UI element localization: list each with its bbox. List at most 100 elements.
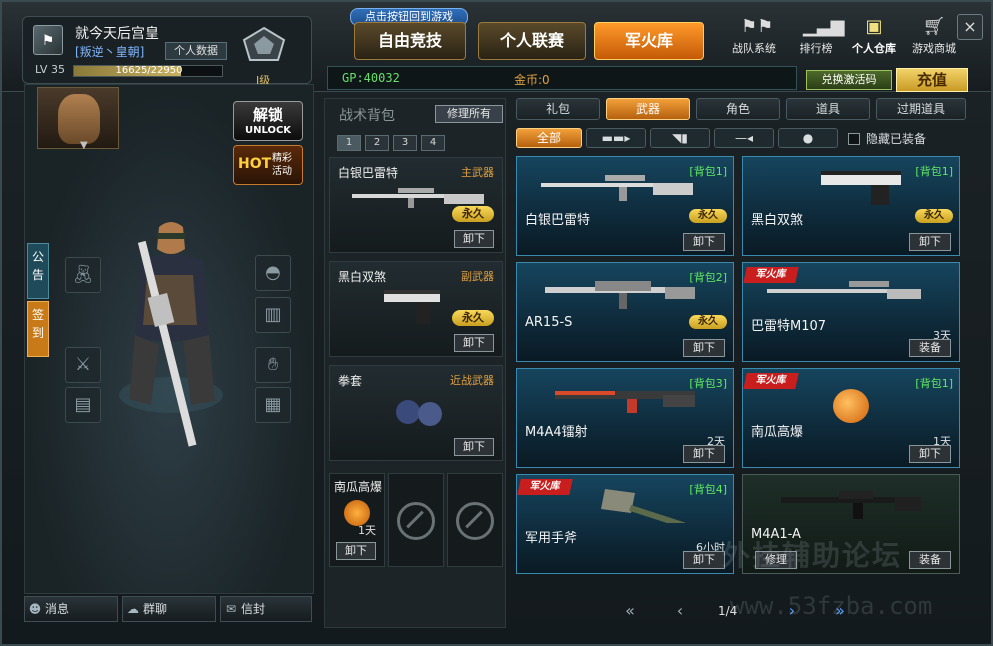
mail-button[interactable]: ✉ 信封 xyxy=(220,596,312,622)
backpack-page-2[interactable]: 2 xyxy=(365,135,389,151)
filter-pistol-icon[interactable]: ◥▮ xyxy=(650,128,710,148)
item-name: 军用手斧 xyxy=(525,531,578,546)
rifle-icon xyxy=(781,491,921,519)
sign-in-tab[interactable]: 签到 xyxy=(27,301,49,357)
assault-rifle-icon xyxy=(545,281,695,309)
tab-personal-league[interactable]: 个人联赛 xyxy=(478,22,586,60)
backpack-page-1[interactable]: 1 xyxy=(337,135,361,151)
item-card[interactable]: [背包2] AR15-S 永久 卸下 xyxy=(516,262,734,362)
equip-button[interactable]: 装备 xyxy=(909,551,951,569)
item-card[interactable]: [背包1] 白银巴雷特 永久 卸下 xyxy=(516,156,734,256)
avatar-portrait xyxy=(58,94,100,144)
slot-weapon-type: 主武器 xyxy=(461,166,494,179)
unload-button[interactable]: 卸下 xyxy=(454,230,494,248)
no-item-icon xyxy=(397,502,435,540)
backpack-page-3[interactable]: 3 xyxy=(393,135,417,151)
backpack-page-4[interactable]: 4 xyxy=(421,135,445,151)
tab-items[interactable]: 道具 xyxy=(786,98,870,120)
unload-button[interactable]: 卸下 xyxy=(336,542,376,560)
character-avatar[interactable]: ▼ xyxy=(37,87,119,151)
pack-label: [背包1] xyxy=(915,165,953,178)
personal-data-button[interactable]: 个人数据 xyxy=(165,42,227,60)
secondary-weapon-slot[interactable]: 黑白双煞 副武器 永久 卸下 xyxy=(329,261,503,357)
unlock-button[interactable]: 解锁 UNLOCK xyxy=(233,101,303,141)
messages-button[interactable]: ☻ 消息 xyxy=(24,596,118,622)
primary-weapon-slot[interactable]: 白银巴雷特 主武器 永久 卸下 xyxy=(329,157,503,253)
events-button[interactable]: HOT 精彩活动 xyxy=(233,145,303,185)
gloves-slot-icon[interactable]: ✋︎ xyxy=(255,347,291,383)
slot-weapon-name: 黑白双煞 xyxy=(338,270,387,284)
announcement-tab[interactable]: 公告 xyxy=(27,243,49,299)
tab-free-battle[interactable]: 自由竞技 xyxy=(354,22,466,60)
xp-text: 16625/22950 xyxy=(115,65,183,76)
knife-slot-icon[interactable]: ⚔ xyxy=(65,347,101,383)
arsenal-tag: 军火库 xyxy=(743,373,799,389)
filter-knife-icon[interactable]: —◂ xyxy=(714,128,774,148)
unload-button[interactable]: 卸下 xyxy=(454,334,494,352)
unload-button[interactable]: 卸下 xyxy=(683,339,725,357)
helmet-slot-icon[interactable]: ◓ xyxy=(255,255,291,291)
watermark: 外挂辅助论坛 xyxy=(722,539,903,572)
unload-button[interactable]: 卸下 xyxy=(909,233,951,251)
empty-slot[interactable] xyxy=(447,473,503,567)
nav-personal-warehouse[interactable]: ▣ 个人仓库 xyxy=(842,16,906,62)
ammo-slot-icon[interactable]: ▦ xyxy=(255,387,291,423)
unload-button[interactable]: 卸下 xyxy=(683,233,725,251)
filter-grenade-icon[interactable]: ● xyxy=(778,128,838,148)
tab-characters[interactable]: 角色 xyxy=(696,98,780,120)
nav-leaderboard[interactable]: ▁▃▆ 排行榜 xyxy=(786,16,846,62)
teddy-bear-icon[interactable]: 🧸︎ xyxy=(65,257,101,293)
tab-weapons[interactable]: 武器 xyxy=(606,98,690,120)
pistol-icon xyxy=(821,171,901,205)
pumpkin-grenade-icon xyxy=(833,389,869,423)
unload-button[interactable]: 卸下 xyxy=(909,445,951,463)
close-button[interactable]: × xyxy=(957,14,983,40)
events-label: 精彩活动 xyxy=(272,153,292,177)
grenade-slot[interactable]: 南瓜高爆 1天 卸下 xyxy=(329,473,385,567)
checkbox[interactable] xyxy=(848,133,860,145)
unlock-label: 解锁 xyxy=(252,106,283,124)
permanent-badge: 永久 xyxy=(915,209,953,223)
cart-icon: 🛒︎ xyxy=(922,16,946,37)
chat-icon: ☁ xyxy=(127,602,139,616)
envelope-icon: ✉ xyxy=(225,602,237,616)
pack-label: [背包1] xyxy=(915,377,953,390)
nav-game-store[interactable]: 🛒︎ 游戏商城 xyxy=(904,16,964,62)
bag-slot-icon[interactable]: ▤ xyxy=(65,387,101,423)
chevron-down-icon[interactable]: ▼ xyxy=(80,140,88,151)
rank-badge-icon xyxy=(242,26,286,61)
tab-expired-items[interactable]: 过期道具 xyxy=(876,98,966,120)
tab-arsenal[interactable]: 军火库 xyxy=(594,22,704,60)
recharge-button[interactable]: 充值 xyxy=(896,68,968,92)
prev-page-icon[interactable]: ‹ xyxy=(668,600,692,624)
item-card[interactable]: 军火库 [背包4] 军用手斧 6小时 卸下 xyxy=(516,474,734,574)
tab-gift-pack[interactable]: 礼包 xyxy=(516,98,600,120)
first-page-icon[interactable]: « xyxy=(618,600,642,624)
item-name: M4A4镭射 xyxy=(525,425,588,440)
clan-tag[interactable]: [叛逆丶皇朝] xyxy=(75,43,144,60)
hot-badge: HOT xyxy=(238,156,272,172)
vest-slot-icon[interactable]: ▥ xyxy=(255,297,291,333)
item-card[interactable]: 军火库 [背包1] 南瓜高爆 1天 卸下 xyxy=(742,368,960,468)
filter-all[interactable]: 全部 xyxy=(516,128,582,148)
item-card[interactable]: [背包1] 黑白双煞 永久 卸下 xyxy=(742,156,960,256)
permanent-badge: 永久 xyxy=(689,209,727,223)
group-chat-label: 群聊 xyxy=(143,602,168,616)
item-card[interactable]: [背包3] M4A4镭射 2天 卸下 xyxy=(516,368,734,468)
hide-equipped-toggle[interactable]: 隐藏已装备 xyxy=(848,130,926,147)
unload-button[interactable]: 卸下 xyxy=(683,445,725,463)
permanent-badge: 永久 xyxy=(452,310,494,326)
redeem-code-button[interactable]: 兑换激活码 xyxy=(806,70,892,90)
melee-weapon-slot[interactable]: 拳套 近战武器 卸下 xyxy=(329,365,503,461)
empty-slot[interactable] xyxy=(388,473,444,567)
item-card[interactable]: 军火库 巴雷特M107 3天 装备 xyxy=(742,262,960,362)
equip-button[interactable]: 装备 xyxy=(909,339,951,357)
unload-button[interactable]: 卸下 xyxy=(454,438,494,456)
nav-clan-system[interactable]: ⚑⚑ 战队系统 xyxy=(724,16,784,62)
unload-button[interactable]: 卸下 xyxy=(683,551,725,569)
slot-weapon-type: 副武器 xyxy=(461,270,494,283)
group-chat-button[interactable]: ☁ 群聊 xyxy=(122,596,216,622)
messages-label: 消息 xyxy=(45,602,70,616)
filter-rifle-icon[interactable]: ▬▬▸ xyxy=(586,128,646,148)
repair-all-button[interactable]: 修理所有 xyxy=(435,105,503,123)
